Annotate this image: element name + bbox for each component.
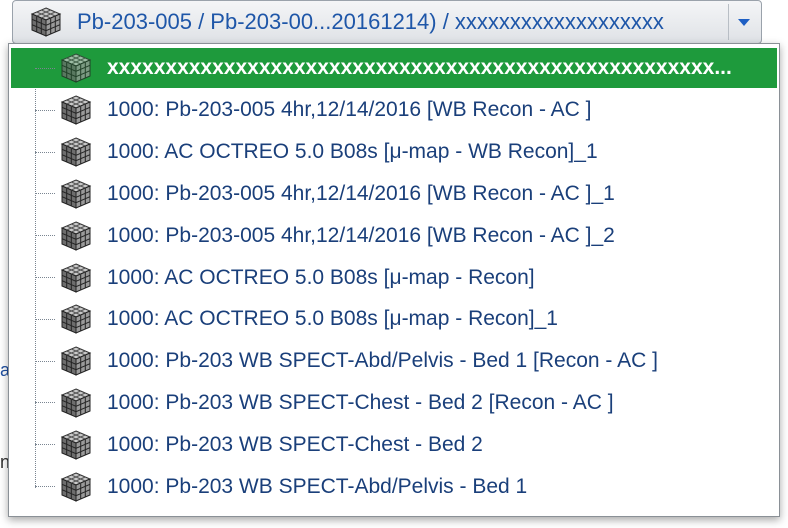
volume-cube-icon bbox=[60, 137, 92, 167]
volume-cube-icon bbox=[60, 179, 92, 209]
series-label: 1000: Pb-203 WB SPECT-Chest - Bed 2 bbox=[107, 432, 483, 456]
series-label: 1000: Pb-203-005 4hr,12/14/2016 [WB Reco… bbox=[107, 98, 592, 122]
series-list-item[interactable]: 1000: Pb-203-005 4hr,12/14/2016 [WB Reco… bbox=[11, 215, 777, 256]
tree-branch-line bbox=[35, 402, 55, 404]
series-list-item[interactable]: 1000: AC OCTREO 5.0 B08s [μ-map - WB Rec… bbox=[11, 132, 777, 173]
series-label: 1000: Pb-203-005 4hr,12/14/2016 [WB Reco… bbox=[107, 223, 615, 247]
tree-branch-line bbox=[35, 360, 55, 362]
series-list-item[interactable]: 1000: AC OCTREO 5.0 B08s [μ-map - Recon]… bbox=[11, 299, 777, 340]
dropdown-toggle-button[interactable] bbox=[728, 4, 759, 40]
series-list-item[interactable]: 1000: AC OCTREO 5.0 B08s [μ-map - Recon] bbox=[11, 257, 777, 298]
volume-cube-icon bbox=[60, 304, 92, 335]
tree-branch-line bbox=[35, 193, 55, 195]
volume-cube-icon bbox=[60, 346, 92, 376]
series-selector-combobox[interactable]: Pb-203-005 / Pb-203-00...20161214) / xxx… bbox=[12, 0, 762, 44]
series-label: 1000: Pb-203 WB SPECT-Abd/Pelvis - Bed 1… bbox=[107, 349, 658, 373]
series-label: 1000: AC OCTREO 5.0 B08s [μ-map - Recon] bbox=[107, 265, 535, 289]
volume-cube-icon bbox=[60, 471, 92, 502]
selected-series-path: Pb-203-005 / Pb-203-00...20161214) / xxx… bbox=[77, 9, 664, 34]
series-label: 1000: Pb-203-005 4hr,12/14/2016 [WB Reco… bbox=[107, 181, 615, 205]
series-dropdown-list[interactable]: xxxxxxxxxxxxxxxxxxxxxxxxxxxxxxxxxxxxxxxx… bbox=[8, 43, 780, 517]
series-label: xxxxxxxxxxxxxxxxxxxxxxxxxxxxxxxxxxxxxxxx… bbox=[107, 56, 732, 79]
series-list-item[interactable]: 1000: Pb-203-005 4hr,12/14/2016 [WB Reco… bbox=[11, 173, 777, 214]
series-list-item[interactable]: 1000: Pb-203-005 4hr,12/14/2016 [WB Reco… bbox=[11, 90, 777, 131]
tree-branch-line bbox=[35, 318, 55, 320]
volume-cube-icon bbox=[60, 430, 92, 460]
tree-branch-line bbox=[35, 444, 55, 446]
tree-branch-line bbox=[35, 151, 55, 153]
series-label: 1000: AC OCTREO 5.0 B08s [μ-map - Recon]… bbox=[107, 307, 558, 331]
volume-cube-icon bbox=[60, 53, 92, 83]
volume-cube-icon bbox=[60, 388, 92, 418]
chevron-down-icon bbox=[738, 18, 750, 26]
volume-cube-icon bbox=[60, 95, 92, 126]
series-label: 1000: Pb-203 WB SPECT-Abd/Pelvis - Bed 1 bbox=[107, 474, 528, 498]
series-list-item[interactable]: 1000: Pb-203 WB SPECT-Abd/Pelvis - Bed 1 bbox=[11, 466, 777, 507]
volume-cube-icon bbox=[30, 7, 62, 37]
volume-cube-icon bbox=[60, 262, 92, 293]
volume-cube-icon bbox=[60, 221, 92, 251]
series-label: 1000: Pb-203 WB SPECT-Chest - Bed 2 [Rec… bbox=[107, 390, 614, 414]
series-list-item[interactable]: 1000: Pb-203 WB SPECT-Abd/Pelvis - Bed 1… bbox=[11, 341, 777, 382]
tree-branch-line bbox=[35, 235, 55, 237]
series-label: 1000: AC OCTREO 5.0 B08s [μ-map - WB Rec… bbox=[107, 140, 598, 164]
series-list-item[interactable]: xxxxxxxxxxxxxxxxxxxxxxxxxxxxxxxxxxxxxxxx… bbox=[11, 48, 777, 88]
tree-branch-line bbox=[35, 67, 55, 69]
tree-branch-line bbox=[35, 109, 55, 111]
tree-branch-line bbox=[35, 486, 55, 487]
series-list-item[interactable]: 1000: Pb-203 WB SPECT-Chest - Bed 2 [Rec… bbox=[11, 382, 777, 423]
tree-branch-line bbox=[35, 277, 55, 278]
series-list-item[interactable]: 1000: Pb-203 WB SPECT-Chest - Bed 2 bbox=[11, 424, 777, 465]
